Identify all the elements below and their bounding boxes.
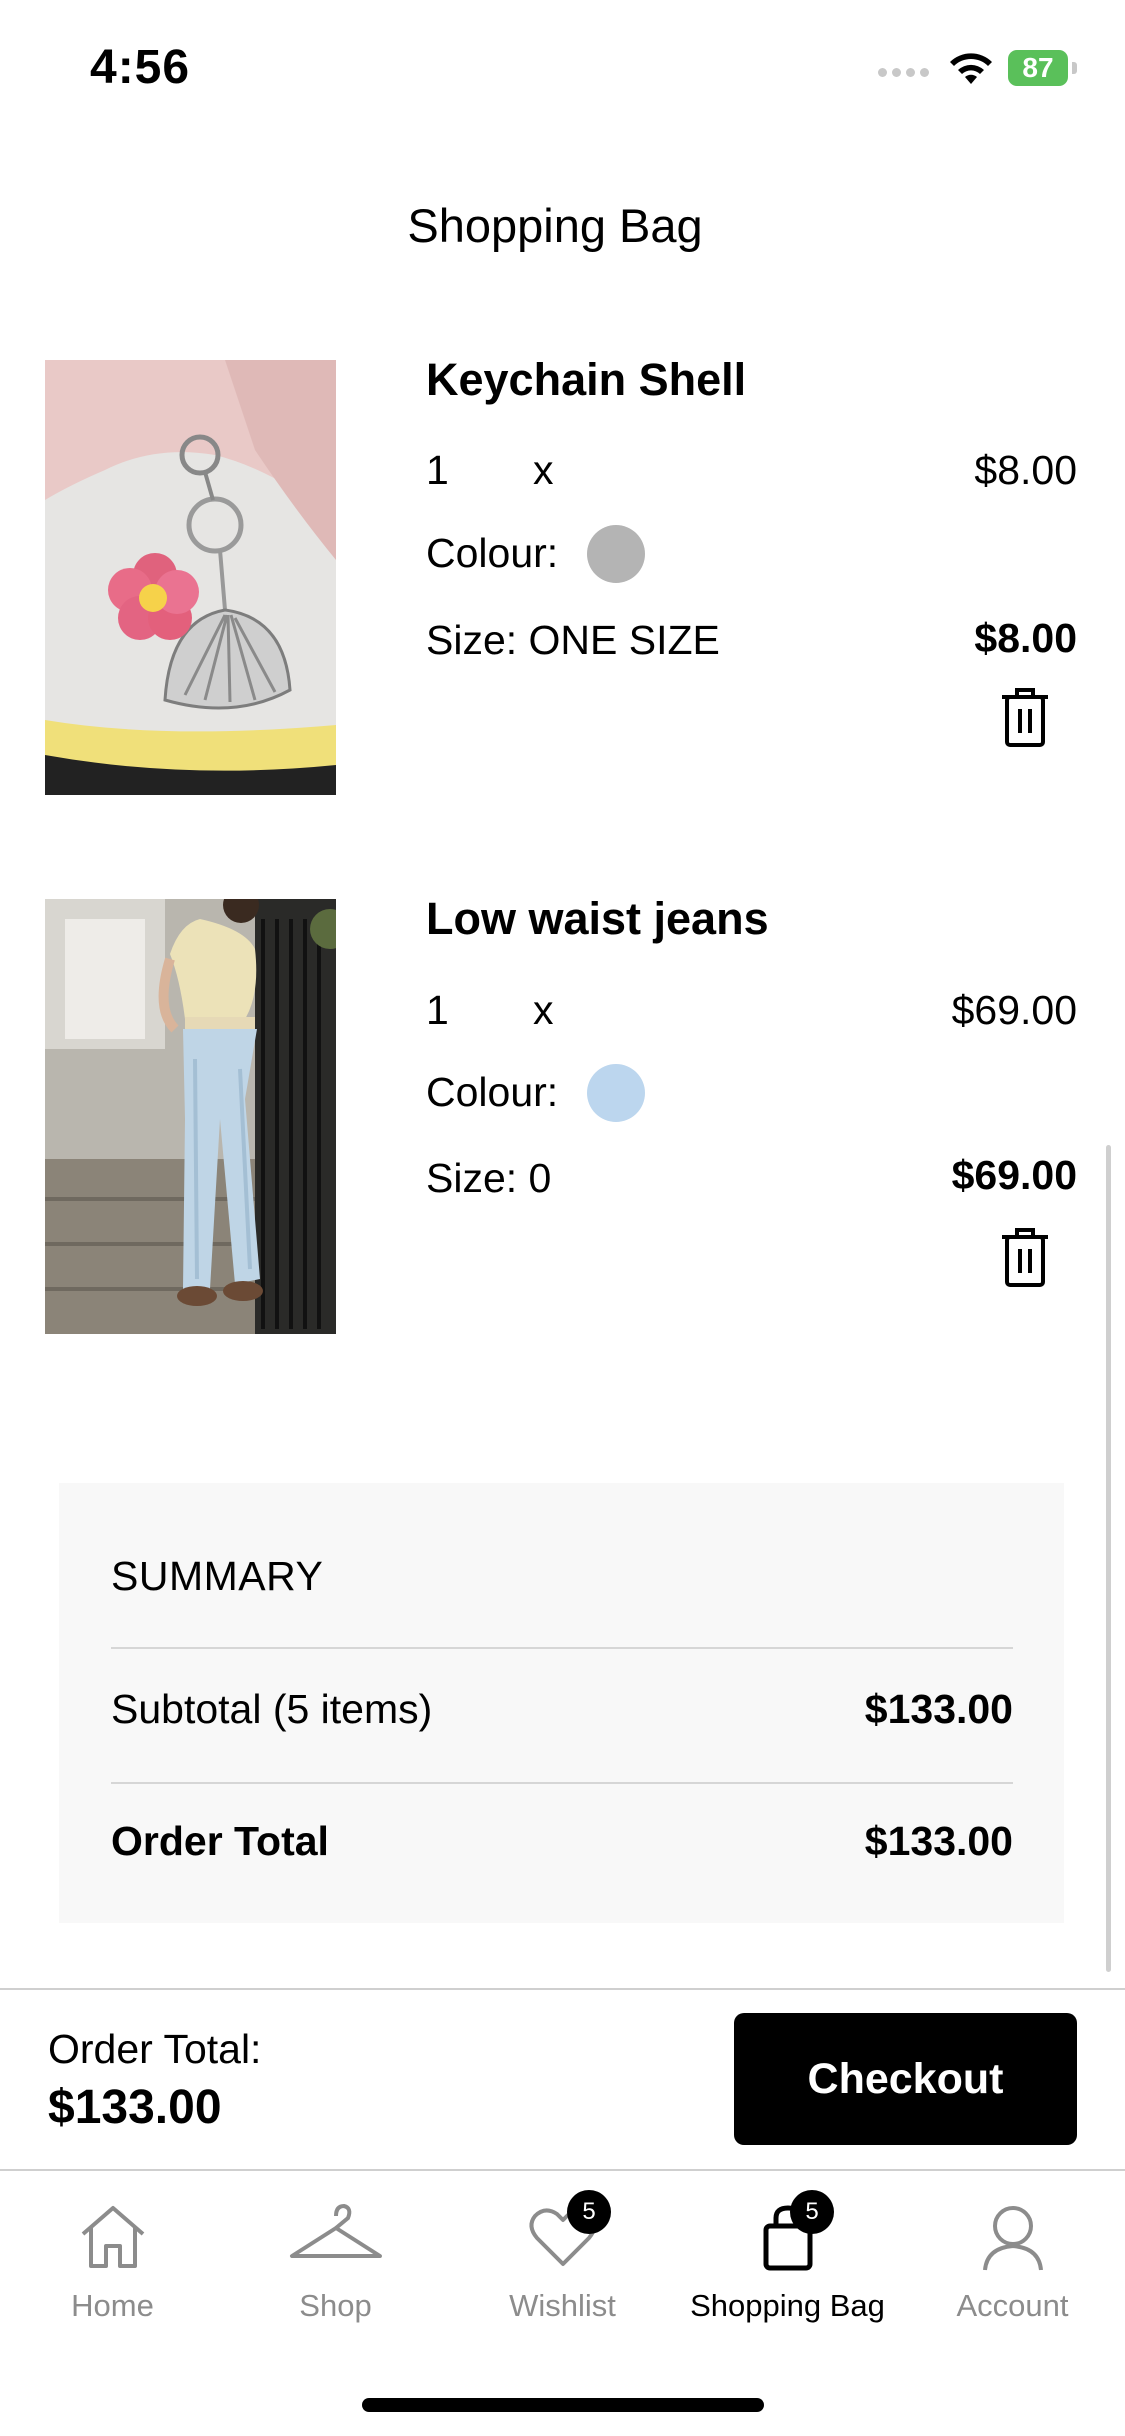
cellular-signal-icon — [878, 64, 934, 82]
unit-price: $69.00 — [951, 987, 1077, 1033]
tab-label: Wishlist — [509, 2288, 616, 2323]
tab-label: Home — [71, 2288, 154, 2323]
wifi-icon — [950, 53, 992, 84]
product-image-keychain-shell[interactable] — [45, 360, 336, 795]
product-name[interactable]: Low waist jeans — [426, 893, 769, 945]
colour-swatch — [587, 1064, 645, 1122]
product-size: Size: 0 — [426, 1155, 552, 1201]
checkout-button[interactable]: Checkout — [734, 2013, 1077, 2145]
tab-shop[interactable]: Shop — [223, 2190, 448, 2330]
battery-level: 87 — [1022, 52, 1054, 83]
wishlist-badge: 5 — [567, 2190, 611, 2234]
footer-order-total-label: Order Total: — [48, 2026, 262, 2072]
line-total: $8.00 — [974, 615, 1077, 661]
bag-badge: 5 — [790, 2190, 834, 2234]
order-total-value: $133.00 — [864, 1818, 1013, 1864]
quantity-multiplier: x — [533, 987, 554, 1033]
home-indicator[interactable] — [362, 2398, 764, 2412]
tab-label: Account — [956, 2288, 1069, 2323]
tab-shopping-bag[interactable]: 5 Shopping Bag — [675, 2190, 900, 2330]
page-title: Shopping Bag — [407, 199, 703, 252]
quantity-multiplier: x — [533, 447, 554, 493]
tab-account[interactable]: Account — [900, 2190, 1125, 2330]
product-quantity[interactable]: 1 — [426, 447, 449, 494]
home-icon — [81, 2206, 144, 2268]
tab-bar-divider — [0, 2169, 1125, 2171]
footer-order-total-value: $133.00 — [48, 2081, 222, 2134]
tab-wishlist[interactable]: 5 Wishlist — [450, 2190, 675, 2330]
trash-icon[interactable] — [996, 1225, 1054, 1289]
order-total-label: Order Total — [111, 1818, 329, 1864]
subtotal-value: $133.00 — [864, 1686, 1013, 1732]
hanger-icon — [289, 2203, 382, 2258]
tab-home[interactable]: Home — [0, 2190, 225, 2330]
user-icon — [982, 2206, 1043, 2271]
line-total: $69.00 — [951, 1152, 1077, 1198]
summary-divider — [111, 1782, 1013, 1784]
unit-price: $8.00 — [974, 447, 1077, 493]
checkout-bar-divider — [0, 1988, 1125, 1990]
colour-label: Colour: — [426, 1069, 559, 1115]
scrollbar[interactable] — [1106, 1145, 1111, 1972]
colour-swatch — [587, 525, 645, 583]
battery-icon: 87 — [1008, 50, 1068, 86]
tab-label: Shopping Bag — [690, 2288, 885, 2323]
product-name[interactable]: Keychain Shell — [426, 354, 746, 406]
status-time: 4:56 — [90, 41, 191, 94]
summary-title: SUMMARY — [111, 1553, 324, 1599]
trash-icon[interactable] — [996, 685, 1054, 749]
product-size: Size: ONE SIZE — [426, 617, 720, 663]
colour-label: Colour: — [426, 530, 559, 576]
summary-divider — [111, 1647, 1013, 1649]
subtotal-label: Subtotal (5 items) — [111, 1686, 433, 1732]
tab-label: Shop — [299, 2288, 372, 2323]
battery-cap — [1072, 62, 1077, 74]
product-image-low-waist-jeans[interactable] — [45, 899, 336, 1334]
product-quantity[interactable]: 1 — [426, 987, 449, 1034]
